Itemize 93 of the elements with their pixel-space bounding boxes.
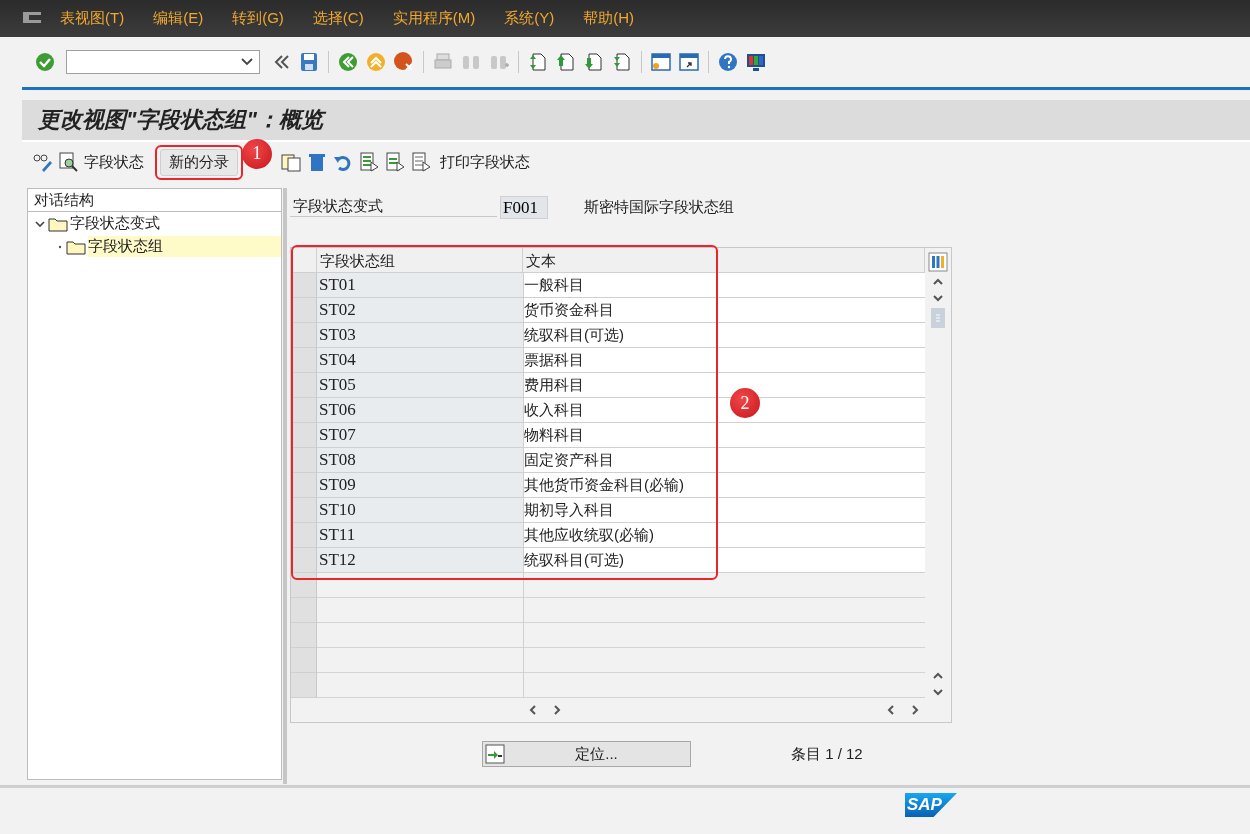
scroll-right-icon[interactable] — [909, 704, 921, 716]
empty-cell[interactable] — [523, 573, 925, 598]
menu-item[interactable]: 表视图(T) — [60, 9, 125, 28]
empty-cell[interactable] — [523, 623, 925, 648]
table-cell: ST07 — [317, 423, 523, 448]
field-status-label[interactable]: 字段状态 — [84, 152, 144, 172]
menu-item[interactable]: 选择(C) — [312, 9, 364, 28]
text-input-cell[interactable]: 统驭科目(可选) — [523, 323, 925, 348]
row-selector[interactable] — [291, 573, 317, 598]
text-input-cell[interactable]: 固定资产科目 — [523, 448, 925, 473]
select-block-icon[interactable] — [384, 151, 406, 173]
first-page-icon[interactable] — [527, 51, 549, 73]
text-input-cell[interactable]: 物料科目 — [523, 423, 925, 448]
glasses-pencil-icon[interactable] — [32, 151, 54, 173]
folder-icon — [66, 238, 86, 255]
row-selector[interactable] — [291, 423, 317, 448]
table-cell: ST01 — [317, 273, 523, 298]
cancel-icon[interactable] — [393, 51, 415, 73]
row-selector[interactable] — [291, 323, 317, 348]
menu-item[interactable]: 编辑(E) — [153, 9, 204, 28]
last-page-icon[interactable] — [611, 51, 633, 73]
position-icon — [485, 744, 505, 764]
empty-cell[interactable] — [523, 598, 925, 623]
row-selector[interactable] — [291, 298, 317, 323]
field-label: 字段状态变式 — [290, 197, 497, 217]
monitor-icon[interactable] — [745, 51, 767, 73]
text-input-cell[interactable]: 其他应收统驭(必输) — [523, 523, 925, 548]
scroll-left-icon[interactable] — [527, 704, 539, 716]
logo: SAP — [905, 793, 957, 817]
entry-count: 条目 1 / 12 — [791, 744, 863, 764]
magnifier-icon[interactable] — [58, 151, 80, 173]
save-icon[interactable] — [298, 51, 320, 73]
column-header[interactable]: 文本 — [523, 248, 925, 273]
tree-item[interactable]: 字段状态组 — [88, 236, 281, 257]
table-cell: ST04 — [317, 348, 523, 373]
scroll-left-icon[interactable] — [885, 704, 897, 716]
table-cell: ST11 — [317, 523, 523, 548]
next-page-icon[interactable] — [583, 51, 605, 73]
table-cell: ST09 — [317, 473, 523, 498]
previous-page-icon[interactable] — [555, 51, 577, 73]
new-window-icon[interactable] — [650, 51, 672, 73]
table-cell: ST08 — [317, 448, 523, 473]
deselect-icon[interactable] — [410, 151, 432, 173]
table-cell: ST10 — [317, 498, 523, 523]
empty-cell[interactable] — [523, 673, 925, 698]
scroll-down-icon[interactable] — [932, 292, 944, 304]
row-selector[interactable] — [291, 548, 317, 573]
column-header[interactable]: 字段状态组 — [317, 248, 523, 273]
table-cell: ST06 — [317, 398, 523, 423]
menu-item[interactable]: 实用程序(M) — [392, 9, 476, 28]
text-input-cell[interactable]: 货币资金科目 — [523, 298, 925, 323]
position-button[interactable]: 定位... — [482, 741, 691, 767]
row-selector[interactable] — [291, 448, 317, 473]
row-selector[interactable] — [291, 473, 317, 498]
row-selector[interactable] — [291, 348, 317, 373]
table-cell: ST03 — [317, 323, 523, 348]
panel-title: 对话结构 — [28, 189, 281, 212]
empty-cell[interactable] — [523, 648, 925, 673]
text-input-cell[interactable]: 期初导入科目 — [523, 498, 925, 523]
copy-icon[interactable] — [280, 151, 302, 173]
text-input-cell[interactable]: 票据科目 — [523, 348, 925, 373]
text-input-cell[interactable]: 一般科目 — [523, 273, 925, 298]
row-selector[interactable] — [291, 498, 317, 523]
folder-icon — [48, 215, 68, 232]
back-icon[interactable] — [337, 51, 359, 73]
menu-item[interactable]: 系统(Y) — [504, 9, 555, 28]
exit-icon[interactable] — [365, 51, 387, 73]
command-field[interactable] — [66, 50, 260, 74]
menu-item[interactable]: 转到(G) — [232, 9, 284, 28]
select-all-icon[interactable] — [358, 151, 380, 173]
text-input-cell[interactable]: 统驭科目(可选) — [523, 548, 925, 573]
annotation-number: 1 — [242, 138, 272, 169]
help-icon[interactable] — [717, 51, 739, 73]
table-cell: ST05 — [317, 373, 523, 398]
print-field-status-button[interactable]: 打印字段状态 — [436, 150, 534, 174]
new-entries-button[interactable]: 新的分录 — [160, 148, 238, 176]
row-selector[interactable] — [291, 398, 317, 423]
column-settings-icon[interactable] — [928, 252, 948, 272]
scroll-right-icon[interactable] — [551, 704, 563, 716]
row-selector[interactable] — [291, 523, 317, 548]
menu-item[interactable]: 帮助(H) — [583, 9, 634, 28]
text-input-cell[interactable]: 其他货币资金科目(必输) — [523, 473, 925, 498]
scrollbar-thumb[interactable] — [931, 308, 945, 328]
tree-item[interactable]: 字段状态变式 — [70, 213, 160, 234]
row-selector[interactable] — [291, 373, 317, 398]
variant-field[interactable]: F001 — [500, 195, 548, 219]
row-selector[interactable] — [291, 273, 317, 298]
scroll-down-icon[interactable] — [932, 686, 944, 698]
check-icon[interactable] — [34, 51, 56, 73]
variant-description: 斯密特国际字段状态组 — [584, 197, 734, 217]
table-cell: ST12 — [317, 548, 523, 573]
table-cell: ST02 — [317, 298, 523, 323]
shortcut-icon[interactable] — [678, 51, 700, 73]
